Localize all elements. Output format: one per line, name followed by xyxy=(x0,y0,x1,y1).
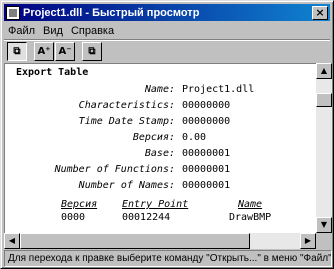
field-row: Characteristics: 00000000 xyxy=(5,100,305,114)
field-label: Number of Names: xyxy=(78,180,175,191)
field-value: Project1.dll xyxy=(182,84,255,95)
menu-help[interactable]: Справка xyxy=(67,25,118,37)
vertical-scrollbar[interactable]: ▲ ▼ xyxy=(316,63,332,233)
horizontal-scroll-thumb[interactable] xyxy=(20,233,250,249)
field-label: Name: xyxy=(144,84,175,95)
status-bar: Для перехода к правке выберите команду "… xyxy=(4,250,332,267)
field-row: Версия: 0.00 xyxy=(5,132,305,146)
scroll-right-button[interactable]: ▶ xyxy=(300,233,316,249)
replace-window-button[interactable]: ⧉ xyxy=(82,42,102,61)
menu-file[interactable]: Файл xyxy=(4,25,39,37)
field-label: Number of Functions: xyxy=(54,164,175,175)
cell-version: 0000 xyxy=(61,212,86,223)
arrow-left-icon: ◀ xyxy=(8,236,16,245)
decrease-font-icon: A⁻ xyxy=(58,46,72,57)
field-value: 00000000 xyxy=(182,116,231,127)
quick-view-window: Project1.dll - Быстрый просмотр × Файл В… xyxy=(0,0,334,269)
field-label: Characteristics: xyxy=(78,100,175,111)
arrow-up-icon: ▲ xyxy=(320,66,328,75)
cell-name: DrawBMP xyxy=(229,212,272,223)
field-row: Number of Functions: 00000001 xyxy=(5,164,305,178)
horizontal-scrollbar[interactable]: ◀ ▶ xyxy=(4,233,316,249)
field-label: Time Date Stamp: xyxy=(78,116,175,127)
quick-view-button[interactable]: ⧉ xyxy=(7,42,27,61)
decrease-font-button[interactable]: A⁻ xyxy=(55,42,75,61)
replace-window-icon: ⧉ xyxy=(88,46,96,57)
arrow-down-icon: ▼ xyxy=(320,220,328,229)
table-row: 0000 00012244 DrawBMP xyxy=(5,212,316,225)
vertical-scroll-thumb[interactable] xyxy=(316,93,332,107)
field-row: Number of Names: 00000001 xyxy=(5,180,305,194)
app-icon[interactable] xyxy=(6,5,20,20)
scroll-down-button[interactable]: ▼ xyxy=(316,217,332,233)
field-row: Name: Project1.dll xyxy=(5,84,305,98)
table-header: Версия Entry Point Name xyxy=(5,199,316,212)
export-table-view[interactable]: Export Table Name: Project1.dll Characte… xyxy=(4,63,316,233)
cell-entry-point: 00012244 xyxy=(122,212,171,223)
column-header-entry-point: Entry Point xyxy=(122,199,189,210)
scroll-left-button[interactable]: ◀ xyxy=(4,233,20,249)
field-label: Base: xyxy=(144,148,175,159)
field-value: 0.00 xyxy=(182,132,207,143)
field-row: Time Date Stamp: 00000000 xyxy=(5,116,305,130)
window-title: Project1.dll - Быстрый просмотр xyxy=(23,6,200,19)
close-button[interactable]: × xyxy=(312,5,328,20)
column-header-name: Name xyxy=(238,199,263,210)
section-title: Export Table xyxy=(16,67,89,78)
quick-view-icon: ⧉ xyxy=(13,46,21,57)
field-row: Base: 00000001 xyxy=(5,148,305,162)
field-label: Версия: xyxy=(132,132,175,143)
field-value: 00000000 xyxy=(182,100,231,111)
arrow-right-icon: ▶ xyxy=(304,236,312,245)
field-value: 00000001 xyxy=(182,164,231,175)
toolbar: ⧉ A⁺ A⁻ ⧉ xyxy=(4,39,330,63)
column-header-version: Версия xyxy=(61,199,98,210)
increase-font-button[interactable]: A⁺ xyxy=(34,42,54,61)
increase-font-icon: A⁺ xyxy=(37,46,51,57)
field-value: 00000001 xyxy=(182,148,231,159)
title-bar[interactable]: Project1.dll - Быстрый просмотр × xyxy=(4,4,330,21)
scrollbar-corner xyxy=(316,233,332,249)
menu-bar: Файл Вид Справка xyxy=(4,22,330,39)
field-value: 00000001 xyxy=(182,180,231,191)
scroll-up-button[interactable]: ▲ xyxy=(316,63,332,79)
menu-view[interactable]: Вид xyxy=(39,25,67,37)
